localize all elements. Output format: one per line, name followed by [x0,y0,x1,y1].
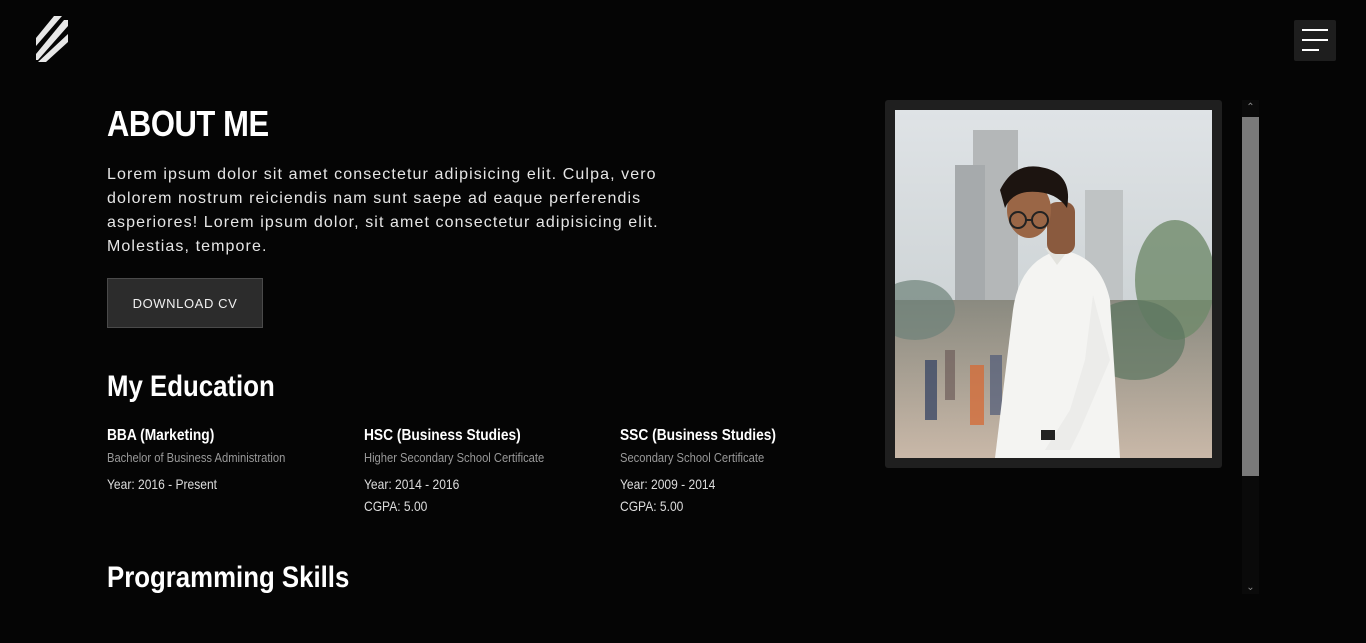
menu-bar-line [1302,39,1328,41]
education-full-name: Secondary School Certificate [620,450,765,465]
about-title: ABOUT ME [107,103,269,144]
education-full-name: Higher Secondary School Certificate [364,450,545,465]
download-cv-button[interactable]: DOWNLOAD CV [107,278,263,328]
scroll-down-arrow-icon[interactable]: ⌄ [1242,580,1259,594]
education-full-name: Bachelor of Business Administration [107,450,286,465]
education-item: SSC (Business Studies) Secondary School … [620,425,860,517]
logo-icon[interactable] [34,16,68,62]
skills-title: Programming Skills [107,561,350,594]
education-degree: SSC (Business Studies) [620,427,776,444]
scroll-up-arrow-icon[interactable]: ⌃ [1242,100,1259,114]
menu-bar-line [1302,29,1328,31]
profile-photo-frame [885,100,1222,468]
education-cgpa: CGPA: 5.00 [620,498,684,514]
menu-button[interactable] [1294,20,1336,61]
education-title: My Education [107,370,275,403]
scrollbar-thumb[interactable] [1242,117,1259,476]
education-cgpa: CGPA: 5.00 [364,498,428,514]
education-item: BBA (Marketing) Bachelor of Business Adm… [107,425,347,495]
menu-bar-line [1302,49,1319,51]
about-description: Lorem ipsum dolor sit amet consectetur a… [107,166,659,255]
education-degree: HSC (Business Studies) [364,427,521,444]
education-item: HSC (Business Studies) Higher Secondary … [364,425,604,517]
education-year: Year: 2009 - 2014 [620,476,716,492]
education-year: Year: 2016 - Present [107,476,217,492]
scrollbar[interactable]: ⌃ ⌄ [1242,100,1259,594]
education-degree: BBA (Marketing) [107,427,215,444]
education-year: Year: 2014 - 2016 [364,476,460,492]
profile-photo [895,110,1212,458]
